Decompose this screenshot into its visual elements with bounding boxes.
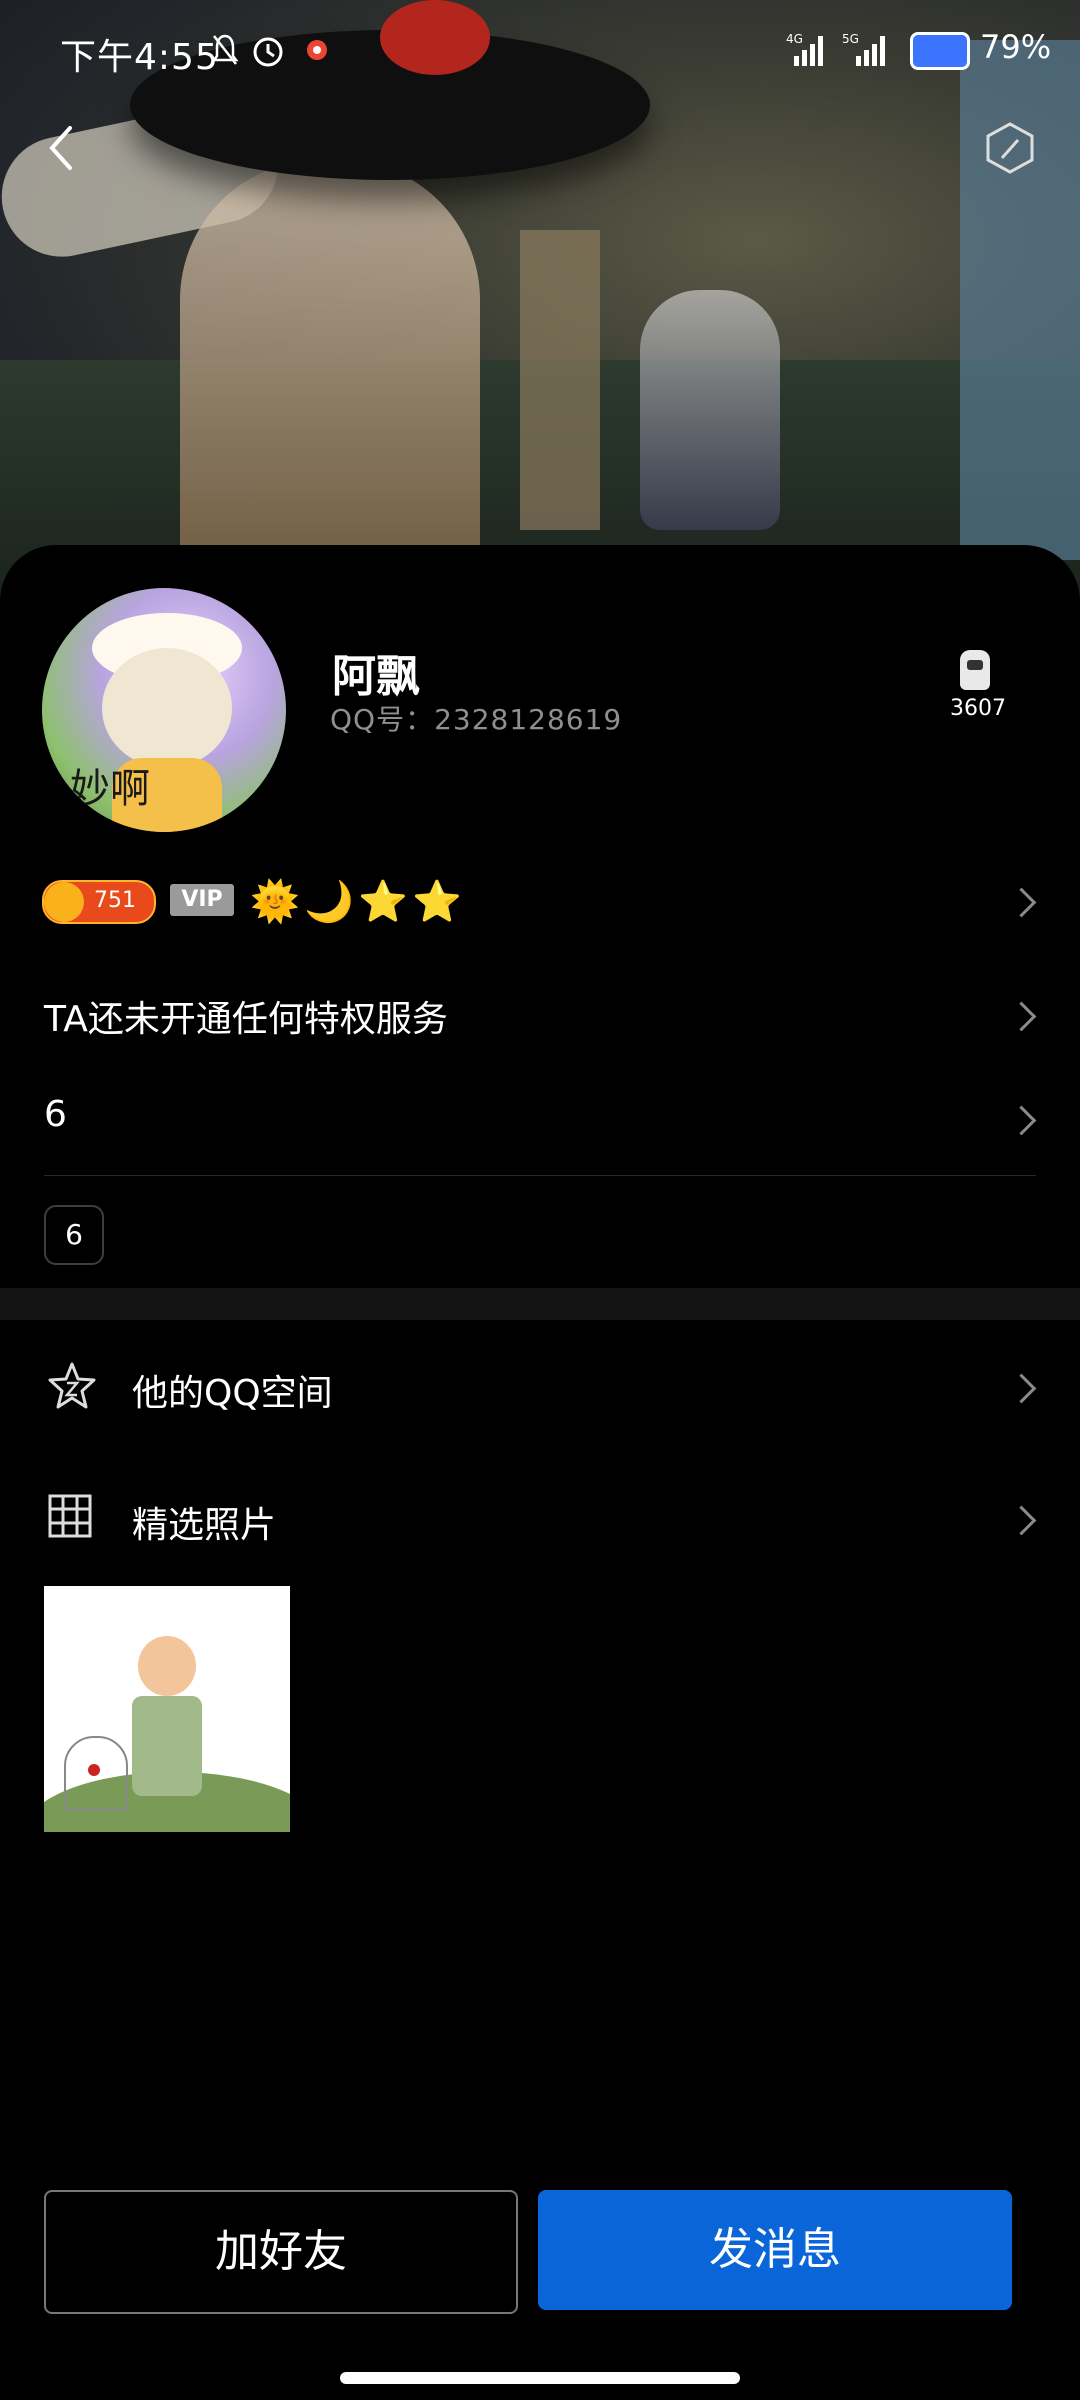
star-outline-icon (48, 1362, 96, 1409)
featured-photos-label: 精选照片 (132, 1505, 277, 1546)
sun-icon: 🌞 (250, 879, 300, 925)
signal-5g-icon (856, 36, 885, 66)
privilege-row[interactable]: TA还未开通任何特权服务 (0, 990, 1080, 1046)
grid-icon (48, 1494, 92, 1538)
chevron-right-icon (1006, 1105, 1037, 1136)
chevron-right-icon (1006, 1001, 1037, 1032)
coin-badge: 751 (42, 880, 156, 924)
star-icon: ⭐ (358, 879, 408, 925)
signature-row[interactable]: 6 (0, 1092, 1080, 1148)
chevron-right-icon (1006, 887, 1037, 918)
qq-number: QQ号：2328128619 (330, 703, 623, 736)
photo-figure-body (132, 1696, 202, 1796)
qzone-row[interactable]: 他的QQ空间 (0, 1358, 1080, 1438)
mute-icon (211, 34, 239, 65)
chevron-right-icon (1006, 1373, 1037, 1404)
vip-badge: VIP (170, 884, 234, 916)
coin-value: 751 (94, 888, 136, 913)
level-row[interactable]: 751 VIP 🌞 🌙 ⭐ ⭐ (0, 868, 1080, 938)
cover-figure (180, 160, 480, 580)
add-friend-button[interactable]: 加好友 (44, 2190, 518, 2314)
visitor-icon (960, 650, 990, 690)
app-notification-icon (307, 40, 327, 60)
alarm-icon (253, 37, 283, 67)
battery-icon (910, 32, 970, 70)
send-message-button[interactable]: 发消息 (538, 2190, 1012, 2310)
qzone-label: 他的QQ空间 (132, 1373, 333, 1414)
status-bar: 下午4:55 4G 5G 79% (0, 0, 1080, 100)
status-time: 下午4:55 (60, 37, 219, 78)
signal-4g-icon (794, 36, 823, 66)
star-icon: ⭐ (412, 879, 462, 925)
home-indicator[interactable] (340, 2372, 740, 2384)
privilege-text: TA还未开通任何特权服务 (44, 999, 448, 1040)
cover-figure-secondary (640, 290, 780, 530)
featured-photos-row[interactable]: 精选照片 (0, 1490, 1080, 1570)
chevron-right-icon (1006, 1505, 1037, 1536)
profile-tag[interactable]: 6 (44, 1205, 104, 1265)
cover-pillar (520, 230, 600, 530)
hexagon-icon[interactable] (980, 118, 1040, 178)
moon-icon: 🌙 (304, 879, 354, 925)
visitor-count: 3607 (950, 696, 1006, 721)
section-gap (0, 1288, 1080, 1320)
coin-icon (44, 882, 84, 922)
photo-figure-head (138, 1636, 196, 1696)
avatar[interactable]: 妙啊 (42, 588, 286, 832)
avatar-face (102, 648, 232, 768)
signature-text: 6 (44, 1094, 67, 1135)
featured-photo-thumbnail[interactable] (44, 1586, 290, 1832)
divider (44, 1175, 1036, 1176)
avatar-caption: 妙啊 (70, 766, 150, 812)
battery-percent: 79% (980, 28, 1052, 66)
chevron-left-icon[interactable] (40, 118, 80, 178)
photo-rose (88, 1764, 100, 1776)
profile-name: 阿飘 (332, 651, 420, 702)
visitor-counter[interactable]: 3607 (950, 650, 1006, 721)
